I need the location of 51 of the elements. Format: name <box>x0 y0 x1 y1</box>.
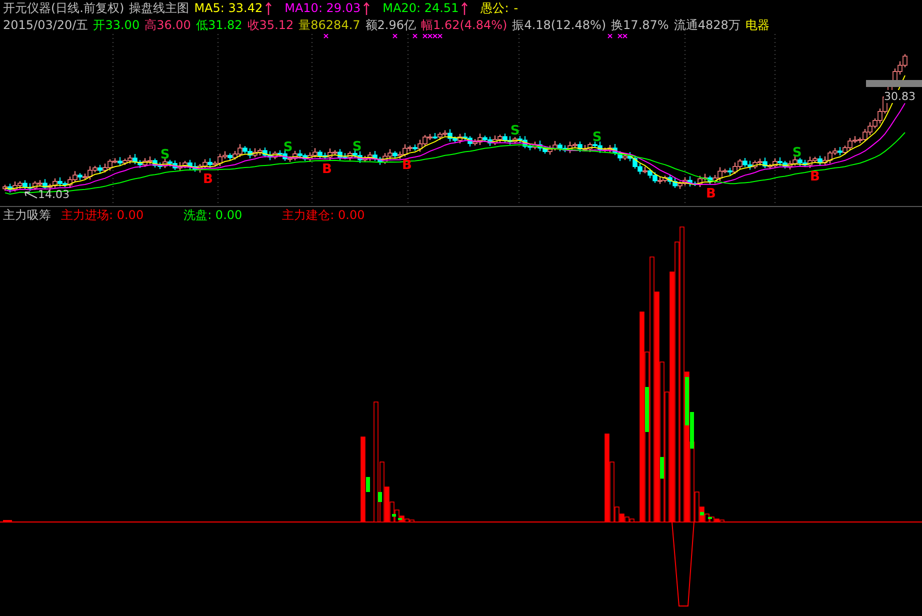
cross-mark-icon <box>412 34 418 38</box>
cross-mark-icon <box>324 34 328 38</box>
quote-field: 额2.96亿 <box>365 17 416 34</box>
quote-field: 低31.82 <box>196 17 242 34</box>
price-marker-bar <box>866 80 922 87</box>
up-arrow-icon <box>264 2 272 16</box>
quote-field: 收35.12 <box>247 17 294 34</box>
quote-field: 量86284.7 <box>298 17 360 34</box>
quote-field: 振4.18(12.48%) <box>512 17 606 34</box>
indicator-line-value: 主力进场: 0.00 <box>61 207 144 224</box>
quote-field: 换17.87% <box>611 17 669 34</box>
moving-average-value: MA10: 29.03 <box>284 0 361 17</box>
trade-signal-label: S <box>792 146 802 161</box>
washout-bar <box>700 512 704 516</box>
cross-mark-icon <box>392 34 398 38</box>
trade-signal-label: B <box>706 186 716 202</box>
quote-date: 2015/03/20/五 <box>3 17 88 34</box>
washout-bar <box>392 514 396 517</box>
indicator-value: - <box>514 0 518 17</box>
indicator-line-value: 主力建仓: 0.00 <box>282 207 365 224</box>
indicator-label: 愚公: <box>480 0 509 17</box>
left-arrow-icon <box>24 190 38 198</box>
trade-signal-label: B <box>402 158 412 173</box>
trade-signal-label: S <box>352 140 362 155</box>
quote-field: 开33.00 <box>93 17 140 34</box>
quote-field: 流通4828万 <box>674 17 740 34</box>
washout-bar <box>660 457 664 479</box>
quote-field: 电器 <box>745 17 770 34</box>
trade-signal-label: B <box>322 162 332 178</box>
moving-average-value: MA20: 24.51 <box>382 0 459 17</box>
cross-mark-icon <box>608 34 612 38</box>
indicator-name: 操盘线主图 <box>129 0 190 17</box>
moving-average-value: MA5: 33.42 <box>194 0 263 17</box>
indicator-line-value: 洗盘: 0.00 <box>184 207 242 224</box>
indicator-pane-title: 主力吸筹 <box>3 207 51 224</box>
trade-signal-label: B <box>203 172 213 187</box>
quote-field: 幅1.62(4.84%) <box>421 17 508 34</box>
price-low-label: 14.03 <box>38 188 70 201</box>
price-high-label: 30.83 <box>884 90 916 103</box>
stock-title: 开元仪器(日线.前复权) <box>3 0 124 17</box>
trade-signal-label: S <box>510 124 520 139</box>
washout-bar <box>366 477 370 492</box>
quote-field: 高36.00 <box>144 17 191 34</box>
trade-signal-label: S <box>592 130 602 145</box>
trade-signal-label: B <box>810 169 820 184</box>
trade-signal-label: S <box>283 140 293 155</box>
up-arrow-icon <box>460 2 468 16</box>
trade-signal-label: S <box>160 147 170 162</box>
up-arrow-icon <box>362 2 370 16</box>
washout-bar <box>378 492 382 502</box>
washout-bar <box>645 387 649 432</box>
